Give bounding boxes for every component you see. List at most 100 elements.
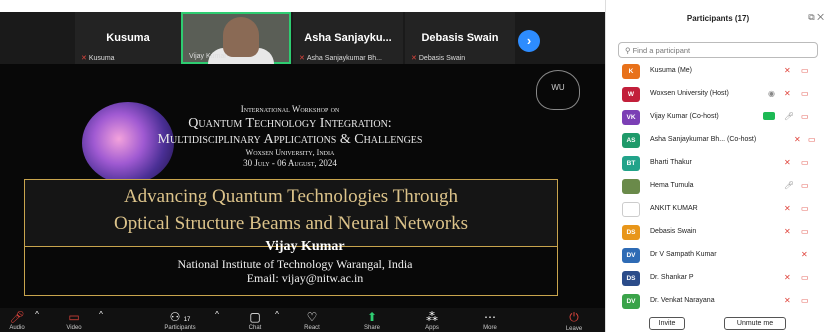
participant-name: Dr. Venkat Narayana: [650, 297, 715, 304]
person-face: [223, 17, 259, 57]
participant-name: Asha Sanjaykumar Bh... (Co-host): [650, 136, 757, 143]
participants-panel-title: Participants (17): [686, 14, 750, 23]
audio-button[interactable]: 🎤︎ Audio: [4, 310, 30, 331]
search-icon: ⚲: [625, 46, 631, 55]
participant-name: Bharti Thakur: [650, 159, 692, 166]
speaker-email: Email: vijay@nitw.ac.in: [246, 271, 364, 285]
video-off-icon: ▭: [801, 273, 809, 282]
mic-muted-icon: 🎤︎: [9, 310, 25, 324]
participants-label: Participants: [164, 325, 196, 331]
avatar: K: [622, 64, 640, 79]
mic-muted-icon: ✕: [784, 158, 791, 167]
participant-row[interactable]: DV Dr V Sampath Kumar ✕: [606, 244, 830, 267]
participant-name: Dr. Shankar P: [650, 274, 694, 281]
meeting-area: Kusuma ✕ Kusuma Vijay Kumar Asha Sanjayku…: [0, 0, 605, 332]
mic-muted-icon: ✕: [299, 55, 305, 62]
participants-options-caret-icon[interactable]: ^: [212, 310, 222, 319]
mic-icon: 🎤︎: [784, 112, 795, 121]
popout-icon[interactable]: ⧉: [808, 12, 814, 22]
participant-search-input[interactable]: ⚲ Find a participant: [618, 42, 818, 58]
mic-muted-icon: ✕: [801, 250, 808, 259]
participants-panel: Participants (17) ⧉ ✕ ⚲ Find a participa…: [605, 0, 830, 332]
participant-row[interactable]: DS Dr. Shankar P ✕ ▭: [606, 267, 830, 290]
top-strip: [0, 0, 605, 12]
video-off-icon: ▭: [801, 181, 809, 190]
video-off-icon: ▭: [801, 158, 809, 167]
apps-label: Apps: [425, 325, 439, 331]
video-tile-kusuma[interactable]: Kusuma ✕ Kusuma: [75, 12, 181, 64]
speaker-institute: National Institute of Technology Waranga…: [177, 257, 413, 271]
avatar: AS: [622, 133, 640, 148]
video-button[interactable]: ▭ Video: [60, 310, 88, 331]
mic-muted-icon: ✕: [411, 55, 417, 62]
mic-muted-icon: ✕: [784, 273, 791, 282]
people-icon: ⚇: [169, 310, 181, 324]
video-tile-vijay-kumar[interactable]: Vijay Kumar: [181, 12, 291, 64]
participants-count: 17: [183, 317, 191, 323]
participant-name: Woxsen University (Host): [650, 90, 729, 97]
sharing-screen-icon: [763, 112, 775, 120]
participant-row[interactable]: AS Asha Sanjaykumar Bh... (Co-host) ✕ ▭: [606, 129, 830, 152]
talk-title-line-2: Optical Structure Beams and Neural Netwo…: [113, 213, 469, 234]
participant-row[interactable]: BT Bharti Thakur ✕ ▭: [606, 152, 830, 175]
audio-options-caret-icon[interactable]: ^: [32, 310, 42, 319]
participant-name: Kusuma (Me): [650, 67, 693, 74]
react-button[interactable]: ♡ React: [298, 310, 326, 331]
video-tile-asha[interactable]: Asha Sanjayku... ✕ Asha Sanjaykumar Bh...: [293, 12, 403, 64]
apps-button[interactable]: ⁂ Apps: [418, 310, 446, 331]
tile-label-text: Asha Sanjaykumar Bh...: [306, 55, 382, 62]
chat-button[interactable]: ▢ Chat: [242, 310, 268, 331]
participant-row[interactable]: DS Debasis Swain ✕ ▭: [606, 221, 830, 244]
university-logo: WU: [536, 70, 580, 110]
tile-label: ✕ Kusuma: [81, 54, 115, 62]
mic-muted-icon: ✕: [784, 66, 791, 75]
talk-title-box: Advancing Quantum Technologies Through O…: [24, 179, 558, 247]
close-icon[interactable]: ✕: [817, 12, 824, 22]
tile-label-text: Vijay Kumar: [189, 53, 227, 60]
chat-options-caret-icon[interactable]: ^: [272, 310, 282, 319]
heart-icon: ♡: [306, 310, 318, 324]
workshop-dates: 30 July - 06 August, 2024: [243, 158, 337, 168]
participant-name: Hema Tumula: [650, 182, 694, 189]
participant-list: K Kusuma (Me) ✕ ▭ W Woxsen University (Host)…: [606, 60, 830, 313]
video-tiles-strip: Kusuma ✕ Kusuma Vijay Kumar Asha Sanjayku…: [0, 12, 605, 64]
unmute-me-button[interactable]: Unmute me: [724, 317, 786, 330]
participant-row[interactable]: DV Dr. Venkat Narayana ✕ ▭: [606, 290, 830, 313]
leave-button[interactable]: ⏻ Leave: [560, 310, 588, 332]
participant-row[interactable]: VK Vijay Kumar (Co-host) 🎤︎ ▭: [606, 106, 830, 129]
video-off-icon: ▭: [808, 135, 816, 144]
invite-button[interactable]: Invite: [649, 317, 685, 330]
more-button[interactable]: ⋯ More: [476, 310, 504, 331]
video-tile-debasis[interactable]: Debasis Swain ✕ Debasis Swain: [405, 12, 515, 64]
tile-name: Asha Sanjayku...: [304, 32, 392, 44]
panel-controls: ⧉ ✕: [808, 12, 824, 23]
logo-text: WU: [551, 83, 565, 92]
share-button[interactable]: ⬆ Share: [358, 310, 386, 331]
avatar: DV: [622, 248, 640, 263]
shared-slide: WU International Workshop on Quantum Tec…: [0, 64, 605, 308]
participant-name: Debasis Swain: [650, 228, 697, 235]
participant-row[interactable]: ANKIT KUMAR ✕ ▭: [606, 198, 830, 221]
participant-row[interactable]: W Woxsen University (Host) ◉ ✕ ▭: [606, 83, 830, 106]
share-screen-icon: ⬆: [366, 310, 378, 324]
tile-label: Vijay Kumar: [189, 53, 227, 60]
leave-label: Leave: [565, 326, 583, 332]
leave-icon: ⏻: [569, 310, 579, 324]
mic-muted-icon: ✕: [784, 296, 791, 305]
chat-icon: ▢: [249, 310, 261, 324]
recording-icon: ◉: [768, 89, 775, 98]
talk-title-line-1: Advancing Quantum Technologies Through: [123, 186, 459, 207]
meeting-toolbar: 🎤︎ Audio ^ ▭ Video ^ ⚇ 17 Participants ^ ▢ C…: [0, 308, 605, 332]
participant-row[interactable]: Hema Tumula 🎤︎ ▭: [606, 175, 830, 198]
avatar: VK: [622, 110, 640, 125]
video-options-caret-icon[interactable]: ^: [96, 310, 106, 319]
tile-label-text: Kusuma: [88, 55, 115, 62]
workshop-label: International Workshop on: [240, 104, 340, 114]
next-page-icon[interactable]: ›: [518, 30, 540, 52]
mic-muted-icon: ✕: [794, 135, 801, 144]
participant-row[interactable]: K Kusuma (Me) ✕ ▭: [606, 60, 830, 83]
avatar: DS: [622, 271, 640, 286]
audio-label: Audio: [9, 325, 25, 331]
participants-button[interactable]: ⚇ 17 Participants: [155, 310, 205, 331]
avatar: W: [622, 87, 640, 102]
